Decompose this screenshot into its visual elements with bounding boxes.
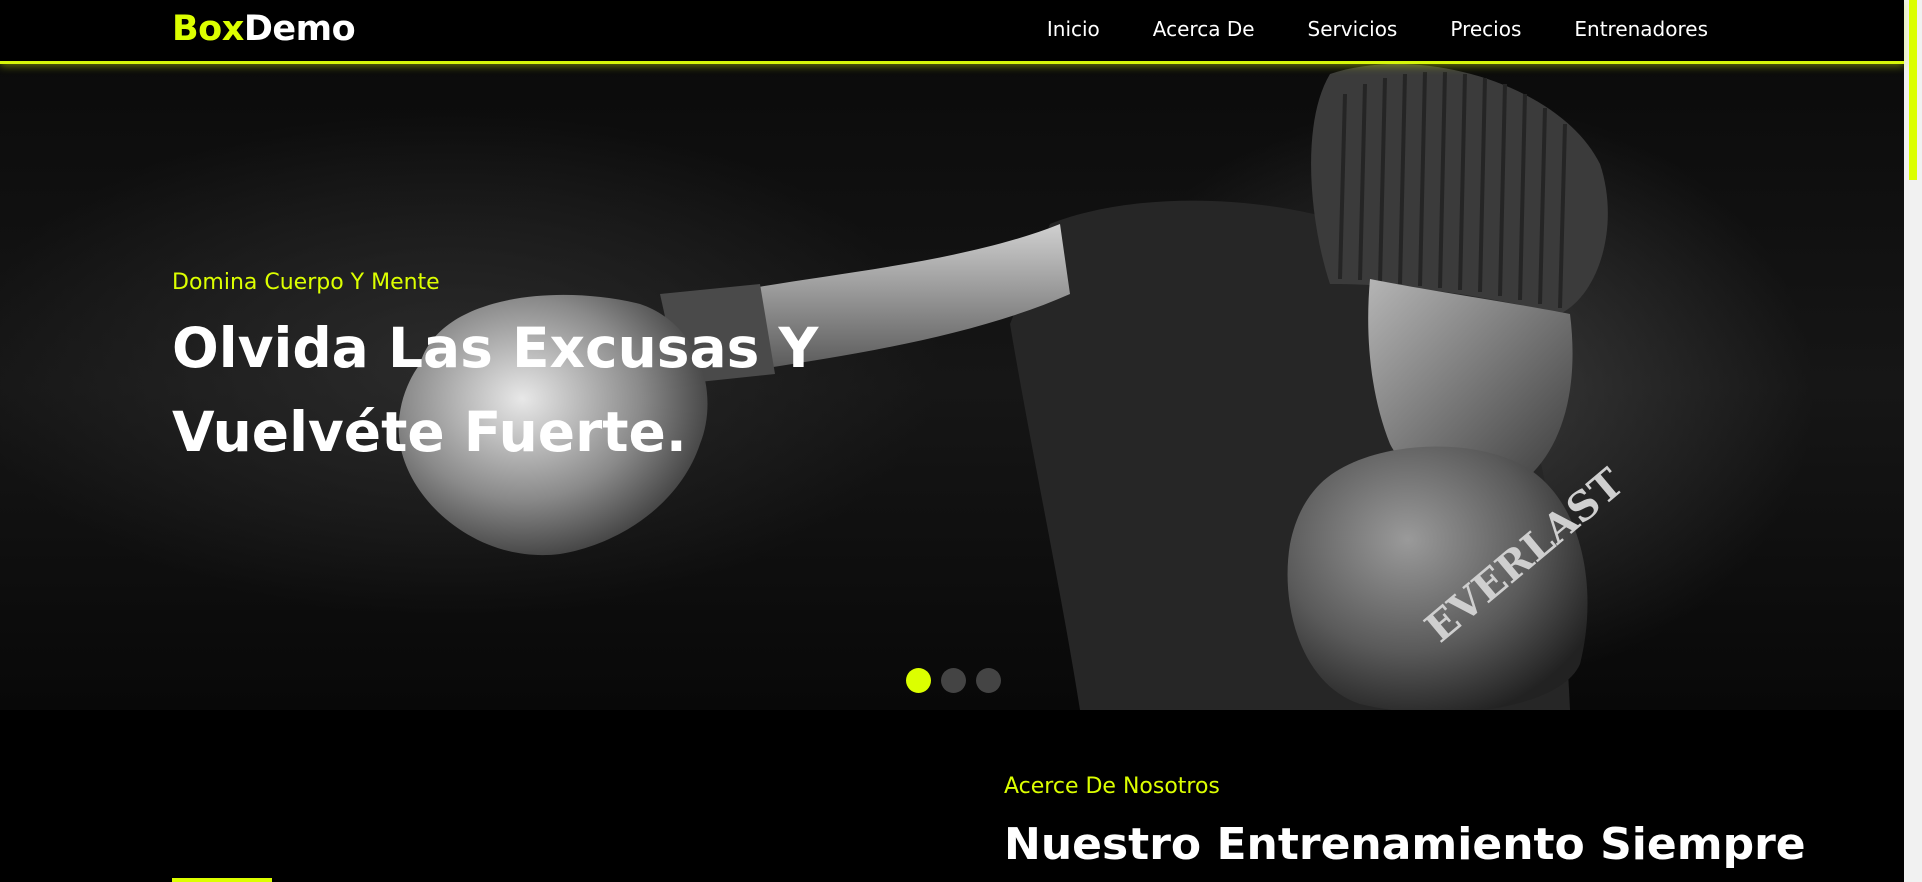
slider-dot-2[interactable] bbox=[941, 668, 966, 693]
nav-link-acerca-de[interactable]: Acerca De bbox=[1153, 16, 1255, 42]
brand-logo-part-1: Box bbox=[172, 9, 244, 49]
about-subtitle: Acerce De Nosotros bbox=[1004, 774, 1220, 799]
hero-subtitle: Domina Cuerpo Y Mente bbox=[172, 270, 440, 295]
nav-link-inicio[interactable]: Inicio bbox=[1047, 16, 1100, 42]
brand-logo-part-2: Demo bbox=[243, 9, 356, 49]
nav-link-precios[interactable]: Precios bbox=[1450, 16, 1521, 42]
about-title: Nuestro Entrenamiento Siempre bbox=[1004, 819, 1806, 870]
hero-title: Olvida Las Excusas Y Vuelvéte Fuerte. bbox=[172, 316, 819, 464]
about-section: Acerce De Nosotros Nuestro Entrenamiento… bbox=[0, 710, 1904, 882]
page-scrollbar[interactable] bbox=[1904, 0, 1922, 882]
top-navbar: BoxDemo Inicio Acerca De Servicios Preci… bbox=[0, 0, 1904, 64]
slider-dots bbox=[906, 668, 1001, 693]
nav-link-servicios[interactable]: Servicios bbox=[1308, 16, 1398, 42]
main-nav: Inicio Acerca De Servicios Precios Entre… bbox=[1047, 16, 1708, 42]
slider-dot-1[interactable] bbox=[906, 668, 931, 693]
hero-text-block: Domina Cuerpo Y Mente Olvida Las Excusas… bbox=[172, 268, 852, 474]
hero-slider: EVERLAST Domina Cuerpo Y Mente Olvida La… bbox=[0, 64, 1904, 710]
brand-logo[interactable]: BoxDemo bbox=[172, 8, 356, 50]
scrollbar-thumb[interactable] bbox=[1909, 0, 1917, 180]
nav-link-entrenadores[interactable]: Entrenadores bbox=[1574, 16, 1708, 42]
slider-dot-3[interactable] bbox=[976, 668, 1001, 693]
about-accent-bar bbox=[172, 878, 272, 882]
